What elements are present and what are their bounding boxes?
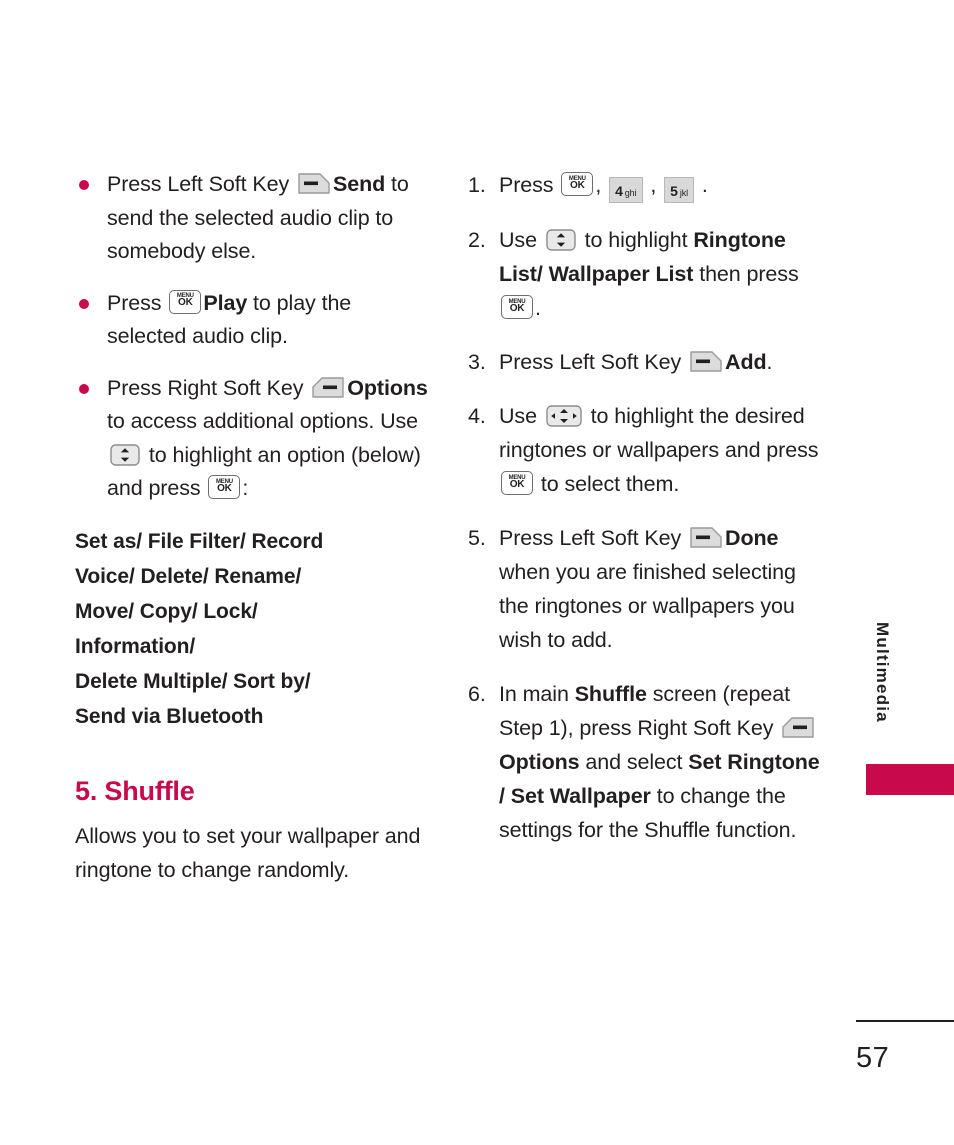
body-text: when you are finished selecting the ring…	[499, 560, 796, 652]
menu-ok-key-icon: MENU OK	[501, 295, 533, 319]
bullet-list-item: Press Left Soft Key Send to send the sel…	[75, 168, 435, 269]
options-list-line: Voice/ Delete/ Rename/	[75, 564, 302, 588]
body-text: to select them.	[535, 472, 680, 496]
body-text: and select	[579, 750, 689, 774]
left-soft-key-icon	[690, 527, 722, 548]
num-key-4-icon: 4 ghi	[609, 177, 643, 203]
body-text: .	[696, 173, 708, 197]
emphasis-text: Play	[203, 290, 248, 315]
bullet-list-item: Press MENU OK Play to play the selected au…	[75, 287, 435, 354]
bullet-dot-icon	[79, 298, 89, 309]
menu-ok-key-icon: MENU OK	[561, 172, 594, 196]
num-key-5-icon: 5 jkl	[664, 177, 695, 203]
right-soft-key-icon	[782, 717, 814, 738]
section-body: Allows you to set your wallpaper and rin…	[75, 823, 421, 882]
options-list-line: Delete Multiple/ Sort by/	[75, 669, 311, 693]
body-text: Press Left Soft Key	[499, 526, 688, 550]
manual-page: Press Left Soft Key Send to send the sel…	[0, 0, 954, 1145]
body-text: .	[766, 350, 773, 374]
emphasis-text: Add	[725, 350, 767, 374]
body-text: ,	[595, 173, 608, 197]
body-text: :	[242, 476, 249, 500]
body-text: Use	[499, 404, 543, 428]
nav-updown-key-icon	[546, 229, 576, 251]
section-heading: 5. Shuffle	[75, 775, 195, 806]
numbered-step: 1. Press MENU OK, 4 ghi , 5 jkl .	[468, 168, 828, 203]
step-number: 5.	[468, 526, 486, 550]
emphasis-text: Done	[725, 526, 779, 550]
menu-ok-key-icon: MENU OK	[169, 289, 202, 314]
emphasis-text: Options	[347, 375, 428, 400]
numbered-step: 4. Use to highlight the desired ringtones…	[468, 399, 828, 501]
options-list-line: Move/ Copy/ Lock/	[75, 599, 258, 623]
bullet-list: Press Left Soft Key Send to send the sel…	[75, 168, 435, 506]
body-text: Use	[499, 228, 543, 252]
body-text: Press	[107, 290, 168, 315]
body-text: Press Left Soft Key	[107, 172, 296, 196]
body-text: Press Right Soft Key	[107, 375, 310, 400]
bullet-dot-icon	[79, 180, 89, 190]
section-tab-label: Multimedia	[873, 622, 892, 723]
emphasis-text: Shuffle	[574, 682, 647, 706]
emphasis-text: Options	[499, 750, 580, 774]
menu-ok-key-icon: MENU OK	[501, 471, 533, 495]
right-column: 1. Press MENU OK, 4 ghi , 5 jkl . 2. Use to hi…	[468, 168, 828, 867]
options-list-line: Information/	[75, 634, 196, 658]
left-soft-key-icon	[298, 173, 330, 194]
body-text: ,	[644, 173, 663, 197]
body-text: to highlight	[578, 228, 694, 252]
numbered-step: 2. Use to highlight Ringtone List/ Wallpa…	[468, 223, 828, 325]
menu-ok-key-icon: MENU OK	[208, 475, 241, 499]
step-number: 1.	[468, 173, 486, 197]
left-soft-key-icon	[690, 351, 722, 372]
bullet-list-item: Press Right Soft Key Options to access a…	[75, 372, 435, 506]
body-text: Press Left Soft Key	[499, 350, 688, 374]
options-list-line: Send via Bluetooth	[75, 704, 264, 728]
step-number: 6.	[468, 682, 486, 706]
step-number: 2.	[468, 228, 486, 252]
body-text: to access additional options. Use	[107, 409, 419, 433]
footer-divider	[856, 1020, 954, 1023]
section-tab-marker	[866, 764, 954, 795]
nav-updown-key-icon	[110, 443, 140, 466]
options-list-line: Set as/ File Filter/ Record	[75, 529, 324, 553]
page-number: 57	[856, 1042, 890, 1074]
options-list: Set as/ File Filter/ Record Voice/ Delete…	[75, 524, 435, 734]
body-text: to highlight an option (below) and press	[107, 442, 421, 501]
nav-4way-key-icon	[546, 405, 582, 427]
numbered-step: 6. In main Shuffle screen (repeat Step 1)…	[468, 677, 828, 847]
numbered-step: 5. Press Left Soft Key Done when you are …	[468, 521, 828, 657]
body-text: then press	[693, 262, 799, 286]
step-number: 3.	[468, 350, 486, 374]
body-text: Press	[499, 173, 560, 197]
numbered-step: 3. Press Left Soft Key Add.	[468, 345, 828, 379]
left-column: Press Left Soft Key Send to send the sel…	[75, 168, 435, 887]
step-number: 4.	[468, 404, 486, 428]
emphasis-text: Send	[333, 172, 386, 196]
right-soft-key-icon	[312, 376, 344, 398]
body-text: .	[535, 296, 541, 320]
body-text: In main	[499, 682, 575, 706]
bullet-dot-icon	[79, 383, 89, 394]
